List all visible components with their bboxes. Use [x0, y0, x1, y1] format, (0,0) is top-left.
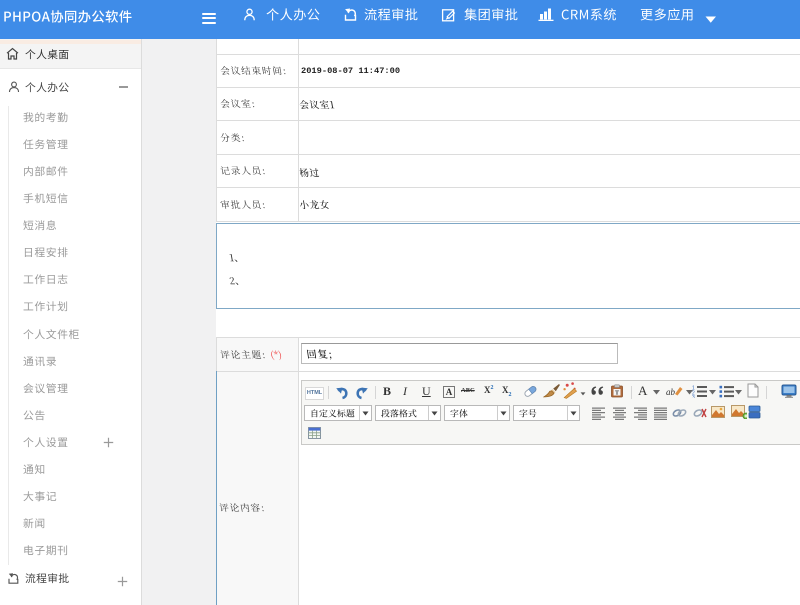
svg-text:T: T	[615, 391, 619, 397]
svg-text:ab: ab	[666, 387, 676, 397]
svg-text:3: 3	[692, 395, 695, 398]
